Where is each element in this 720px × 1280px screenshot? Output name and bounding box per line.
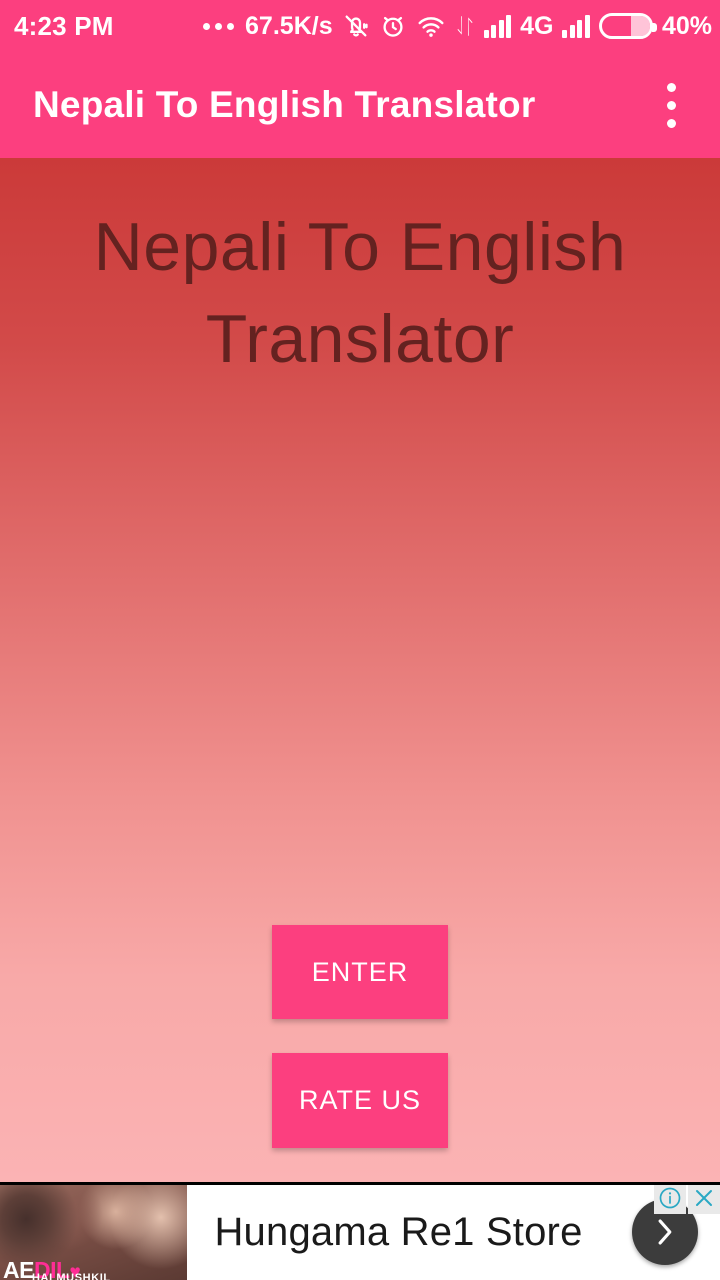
wifi-icon [416, 12, 446, 40]
more-vertical-icon[interactable] [655, 75, 688, 136]
main-content: Nepali To English Translator ENTER RATE … [0, 158, 720, 1182]
status-bar: 4:23 PM 67.5K/s 4G 40% [0, 0, 720, 52]
phone-screen: 4:23 PM 67.5K/s 4G 40% Nepali To English… [0, 0, 720, 1280]
enter-button[interactable]: ENTER [272, 925, 448, 1019]
app-bar: Nepali To English Translator [0, 52, 720, 158]
data-transfer-arrows-icon [455, 13, 475, 39]
ad-thumbnail[interactable]: AEDIL♥ HAI MUSHKIL [0, 1185, 187, 1280]
status-overflow-dots-icon [203, 22, 235, 30]
ad-headline: Hungama Re1 Store [214, 1210, 583, 1254]
ad-thumbnail-subtitle: HAI MUSHKIL [32, 1272, 111, 1280]
ad-thumbnail-title-word1: AE [3, 1256, 34, 1280]
close-icon[interactable] [688, 1185, 720, 1214]
hero-title: Nepali To English Translator [93, 209, 627, 377]
app-title: Nepali To English Translator [33, 84, 536, 125]
alarm-clock-icon [379, 12, 407, 40]
signal-bars-icon-2 [562, 14, 590, 38]
signal-bars-icon-1 [483, 14, 512, 38]
ad-info-icon[interactable] [654, 1185, 686, 1214]
status-icons-group: 67.5K/s 4G 40% [203, 12, 712, 40]
ad-banner[interactable]: AEDIL♥ HAI MUSHKIL Hungama Re1 Store [0, 1182, 720, 1280]
battery-icon [598, 13, 657, 39]
rate-us-button[interactable]: RATE US [272, 1053, 448, 1148]
battery-level-label: 40% [661, 11, 712, 40]
network-type-label: 4G [520, 11, 554, 40]
chevron-right-icon [658, 1219, 672, 1245]
status-clock: 4:23 PM [14, 10, 114, 41]
bell-muted-icon [342, 12, 370, 40]
ad-badges-group [654, 1185, 720, 1214]
network-speed-label: 67.5K/s [245, 11, 333, 40]
